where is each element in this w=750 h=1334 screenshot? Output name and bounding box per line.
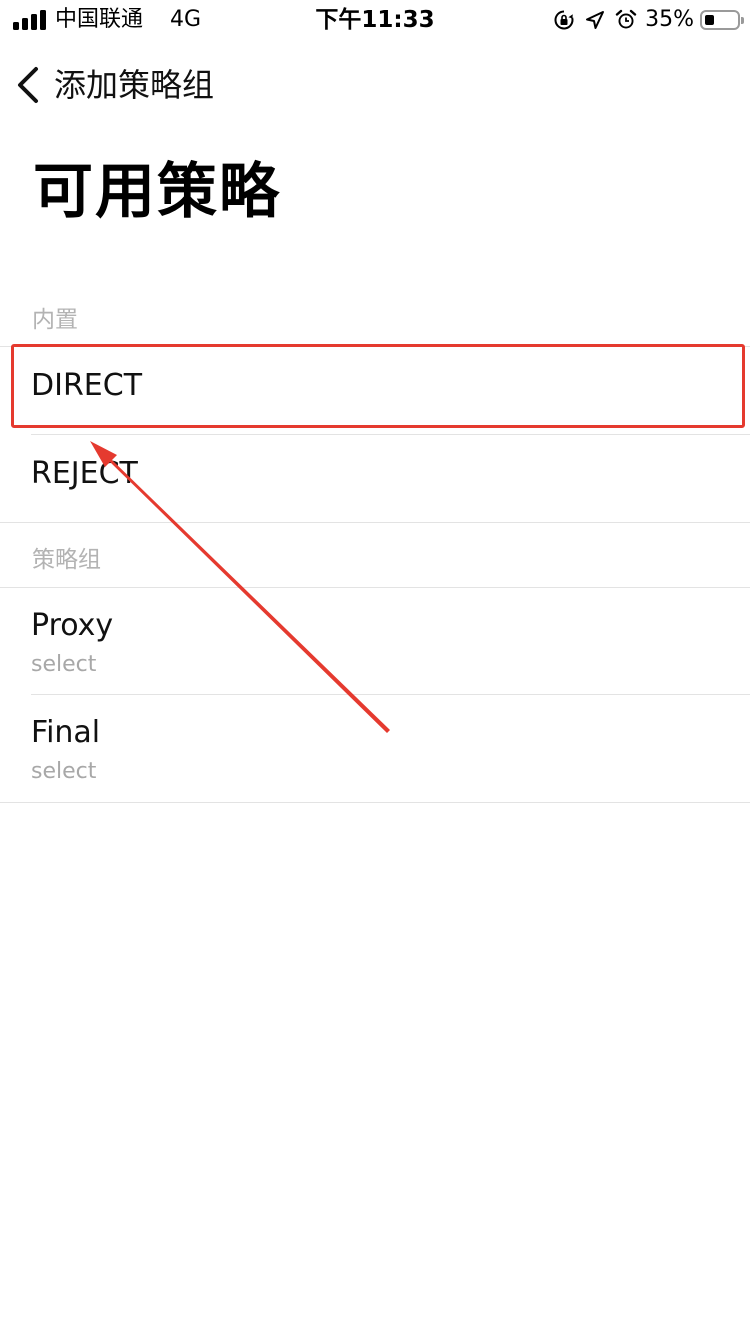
- back-button[interactable]: 添加策略组: [12, 61, 214, 109]
- rotation-lock-icon: [554, 10, 574, 30]
- row-title: REJECT: [31, 456, 138, 491]
- alarm-icon: [615, 9, 637, 29]
- row-subtitle: select: [31, 759, 97, 784]
- divider: [0, 522, 750, 523]
- battery-percent: 35%: [645, 7, 694, 32]
- row-title: DIRECT: [31, 368, 143, 403]
- page-title: 可用策略: [33, 157, 281, 227]
- chevron-left-icon: [18, 67, 38, 103]
- battery-icon: [700, 10, 744, 30]
- section-header-policy-groups: 策略组: [32, 547, 101, 573]
- location-icon: [586, 11, 605, 29]
- section-header-builtin: 内置: [32, 307, 78, 333]
- row-title: Final: [31, 715, 101, 750]
- navigation-bar: 添加策略组: [0, 55, 750, 115]
- divider: [0, 802, 750, 803]
- list-item-reject[interactable]: REJECT: [0, 435, 750, 522]
- row-title: Proxy: [31, 608, 114, 643]
- list-item-proxy[interactable]: Proxy select: [0, 588, 750, 694]
- row-subtitle: select: [31, 652, 97, 677]
- list-item-final[interactable]: Final select: [0, 695, 750, 802]
- back-button-label: 添加策略组: [54, 66, 215, 104]
- list-item-direct[interactable]: DIRECT: [0, 347, 750, 434]
- status-bar: 中国联通 4G 下午11:33 35%: [0, 0, 750, 40]
- status-icons: 35%: [552, 6, 744, 34]
